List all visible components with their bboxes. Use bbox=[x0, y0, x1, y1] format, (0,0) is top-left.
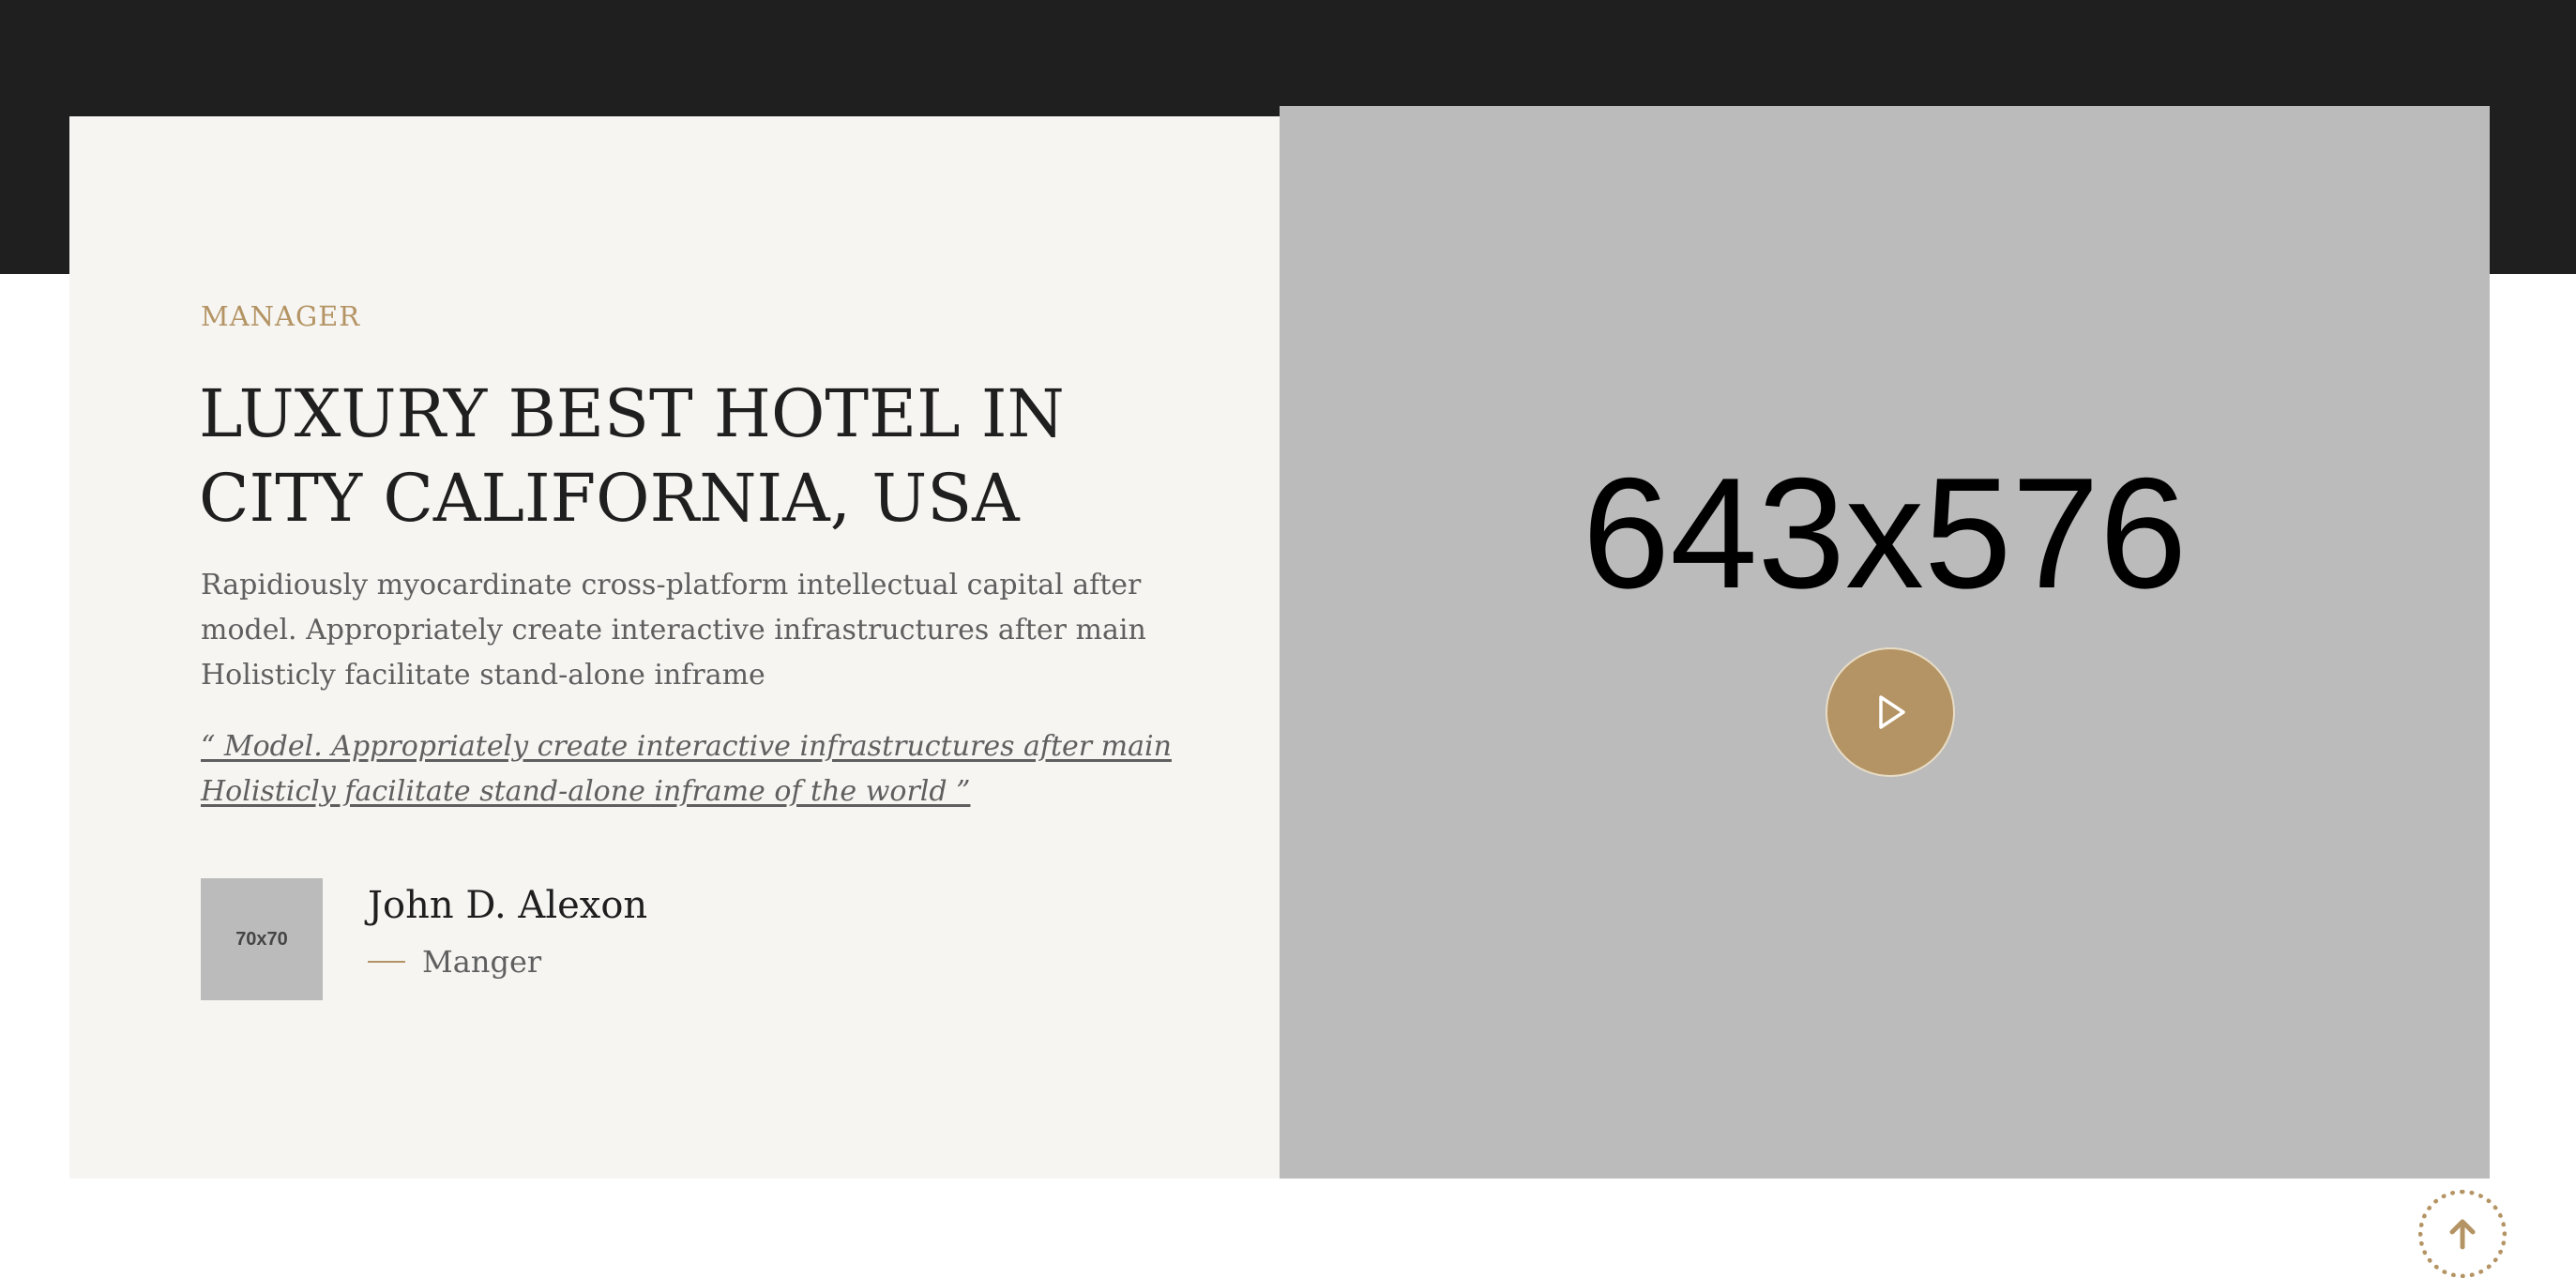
headline-line: LUXURY BEST HOTEL IN bbox=[199, 375, 1065, 452]
section-description: Rapidiously myocardinate cross-platform … bbox=[201, 569, 1146, 692]
video-thumbnail[interactable]: 643x576 bbox=[1280, 106, 2490, 1179]
image-placeholder-label: 643x576 bbox=[1280, 106, 2490, 1179]
play-icon bbox=[1879, 695, 1905, 729]
quote-line: “ Model. Appropriately create interactiv… bbox=[201, 730, 1172, 763]
author-avatar: 70x70 bbox=[201, 878, 323, 1000]
author-role-row: Manger bbox=[368, 944, 541, 980]
section-quote: “ Model. Appropriately create interactiv… bbox=[201, 724, 1176, 814]
quote-line: Holisticly facilitate stand-alone infram… bbox=[201, 775, 971, 808]
section-headline: LUXURY BEST HOTEL IN CITY CALIFORNIA, US… bbox=[199, 372, 1231, 540]
arrow-up-icon bbox=[2449, 1219, 2476, 1250]
role-divider bbox=[368, 961, 405, 963]
back-to-top-button[interactable] bbox=[2418, 1190, 2507, 1278]
section-eyebrow: MANAGER bbox=[201, 300, 361, 332]
play-video-button[interactable] bbox=[1826, 647, 1955, 777]
headline-line: CITY CALIFORNIA, USA bbox=[199, 460, 1020, 537]
author-name: John D. Alexon bbox=[368, 884, 648, 927]
placeholder-dimensions: 643x576 bbox=[1582, 445, 2188, 621]
author-role: Manger bbox=[422, 944, 542, 980]
avatar-placeholder-label: 70x70 bbox=[235, 928, 288, 950]
